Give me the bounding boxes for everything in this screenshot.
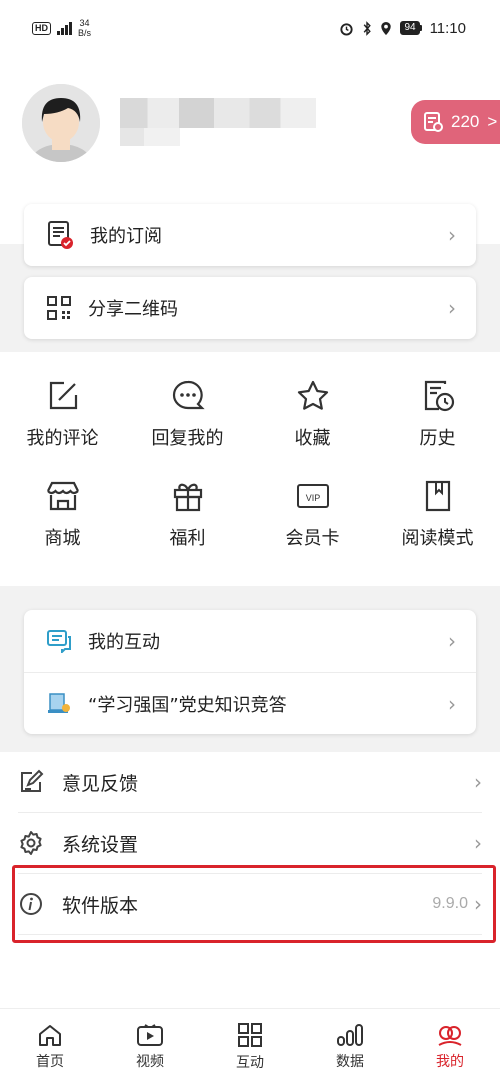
subscription-label: 我的订阅 xyxy=(90,226,162,247)
party-history-quiz-row[interactable]: “学习强国”党史知识竞答 › xyxy=(24,672,476,734)
feedback-edit-icon xyxy=(21,769,44,792)
grid-item-comments[interactable]: 我的评论 xyxy=(0,376,125,450)
svg-text:VIP: VIP xyxy=(305,493,320,503)
subscription-doc-icon xyxy=(48,221,73,249)
feature-grid: 我的评论 回复我的 收藏 历史 商城 福利 VIP 会员卡 阅读模式 xyxy=(0,352,500,572)
net-speed: 34 B/s xyxy=(78,18,91,38)
status-bar: HD 34 B/s 94 11:10 xyxy=(0,0,500,56)
chevron-right-icon: › xyxy=(474,892,482,916)
tab-me[interactable]: 我的 xyxy=(400,1009,500,1084)
grid-label: 回复我的 xyxy=(151,428,224,449)
chat-bubble-icon xyxy=(172,380,205,410)
edit-icon xyxy=(49,381,77,410)
tab-video[interactable]: 视频 xyxy=(100,1009,200,1084)
grid-item-vip-card[interactable]: VIP 会员卡 xyxy=(250,476,375,550)
tab-interaction[interactable]: 互动 xyxy=(200,1009,300,1084)
signal-icon xyxy=(57,21,72,35)
grid-label: 福利 xyxy=(169,528,206,549)
info-icon xyxy=(20,893,42,915)
chevron-right-icon: › xyxy=(448,296,456,320)
grid-item-welfare[interactable]: 福利 xyxy=(125,476,250,550)
bottom-tab-bar: 首页 视频 互动 数据 我的 xyxy=(0,1008,500,1084)
me-icon xyxy=(438,1025,462,1046)
avatar[interactable] xyxy=(22,84,100,162)
grid-item-favorites[interactable]: 收藏 xyxy=(250,376,375,450)
qrcode-icon xyxy=(47,296,71,320)
grid-label: 会员卡 xyxy=(285,528,340,549)
settings-row[interactable]: 系统设置 › xyxy=(18,813,482,874)
star-icon xyxy=(297,380,328,410)
location-icon xyxy=(381,21,392,35)
software-version-row[interactable]: 软件版本 9.9.0 › xyxy=(18,874,482,935)
grid-item-shop[interactable]: 商城 xyxy=(0,476,125,550)
feedback-row[interactable]: 意见反馈 › xyxy=(18,752,482,813)
qrcode-card: 分享二维码 › xyxy=(24,277,476,339)
shop-icon xyxy=(46,481,79,511)
score-button[interactable]: 220 > xyxy=(411,100,500,144)
bluetooth-icon xyxy=(364,20,372,36)
alarm-icon xyxy=(340,22,354,36)
status-right: 94 11:10 xyxy=(339,20,466,37)
grid-item-history[interactable]: 历史 xyxy=(375,376,500,450)
chat-icon xyxy=(47,630,71,653)
username-blurred xyxy=(120,98,316,128)
score-arrow: > xyxy=(487,112,498,131)
chart-icon xyxy=(337,1023,363,1046)
history-icon xyxy=(424,380,454,412)
settings-list: 意见反馈 › 系统设置 › 软件版本 9.9.0 › xyxy=(0,752,500,935)
grid-label: 商城 xyxy=(44,528,81,549)
tab-label: 互动 xyxy=(236,1054,264,1071)
gear-icon xyxy=(20,831,42,855)
user-subtitle-blurred xyxy=(120,128,180,146)
gift-icon xyxy=(173,483,202,512)
avatar-image xyxy=(22,84,100,162)
grid-item-reading-mode[interactable]: 阅读模式 xyxy=(375,476,500,550)
book-icon xyxy=(425,480,450,512)
grid-icon xyxy=(238,1022,262,1047)
my-interaction-row[interactable]: 我的互动 › xyxy=(24,610,476,672)
interaction-card: 我的互动 › “学习强国”党史知识竞答 › xyxy=(24,610,476,734)
settings-label: 系统设置 xyxy=(62,833,139,856)
tab-home[interactable]: 首页 xyxy=(0,1009,100,1084)
grid-label: 收藏 xyxy=(294,428,331,449)
tab-label: 数据 xyxy=(336,1053,364,1070)
tab-label: 我的 xyxy=(436,1053,464,1070)
battery-level: 94 xyxy=(400,21,420,35)
tab-label: 首页 xyxy=(36,1053,64,1070)
my-interaction-label: 我的互动 xyxy=(88,632,160,653)
feedback-label: 意见反馈 xyxy=(62,772,139,795)
tab-data[interactable]: 数据 xyxy=(300,1009,400,1084)
chevron-right-icon: › xyxy=(474,831,482,855)
points-icon xyxy=(424,112,443,132)
hd-badge: HD xyxy=(32,21,51,35)
home-icon xyxy=(39,1024,61,1046)
grid-label: 阅读模式 xyxy=(401,528,474,549)
subscription-row[interactable]: 我的订阅 › xyxy=(24,204,476,266)
grid-label: 我的评论 xyxy=(26,428,99,449)
quiz-icon xyxy=(48,692,70,713)
party-history-quiz-label: “学习强国”党史知识竞答 xyxy=(88,694,287,716)
chevron-right-icon: › xyxy=(448,223,456,247)
chevron-right-icon: › xyxy=(448,691,456,716)
score-value: 220 xyxy=(451,112,480,131)
status-left: HD 34 B/s xyxy=(32,18,91,38)
vip-card-icon: VIP xyxy=(296,484,329,508)
chevron-right-icon: › xyxy=(474,770,482,794)
tab-label: 视频 xyxy=(136,1053,164,1070)
software-version-value: 9.9.0 xyxy=(432,895,468,912)
video-icon xyxy=(137,1023,163,1046)
subscription-card: 我的订阅 › xyxy=(24,204,476,266)
qrcode-label: 分享二维码 xyxy=(88,299,178,320)
profile-header: 220 > xyxy=(0,56,500,204)
software-version-label: 软件版本 xyxy=(62,894,139,917)
clock: 11:10 xyxy=(429,19,466,37)
grid-item-replies[interactable]: 回复我的 xyxy=(125,376,250,450)
chevron-right-icon: › xyxy=(448,629,456,653)
net-speed-unit: B/s xyxy=(78,28,92,38)
net-speed-value: 34 xyxy=(79,18,90,28)
grid-label: 历史 xyxy=(419,428,456,449)
qrcode-row[interactable]: 分享二维码 › xyxy=(24,277,476,339)
battery-icon: 94 xyxy=(400,21,422,35)
